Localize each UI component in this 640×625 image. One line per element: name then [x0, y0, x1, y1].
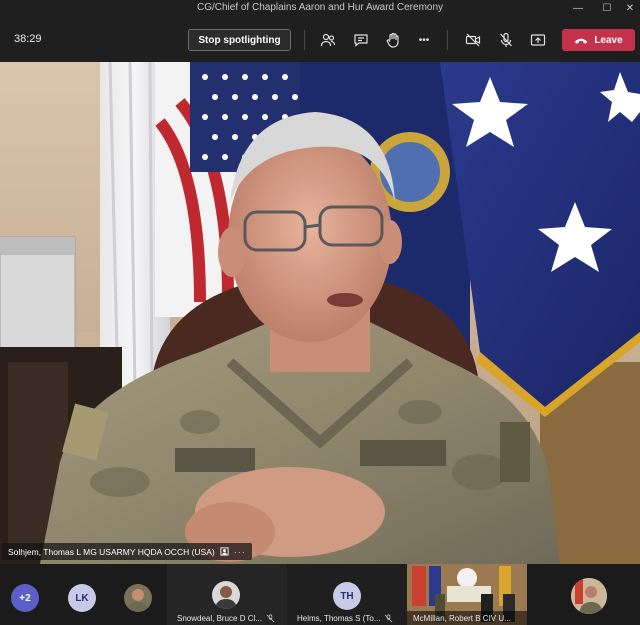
- participant-name-text: McMillan, Robert B CIV U...: [413, 614, 511, 623]
- participant-name-snowdeal: Snowdeal, Bruce D Cl...: [177, 614, 275, 623]
- participants-icon[interactable]: [318, 30, 338, 50]
- mic-off-icon: [385, 614, 393, 623]
- participant-name-text: Solhjem, Thomas L MG USARMY HQDA OCCH (U…: [8, 546, 215, 557]
- toolbar-divider: [304, 30, 305, 50]
- share-icon[interactable]: [528, 30, 548, 50]
- raise-hand-icon[interactable]: [383, 30, 403, 50]
- participant-avatar-photo[interactable]: [124, 584, 152, 612]
- phone-hangup-icon: [575, 38, 588, 44]
- chat-icon[interactable]: [351, 30, 371, 50]
- more-participants-badge[interactable]: +2: [11, 584, 39, 612]
- meeting-toolbar: 38:29 Stop spotlighting ••• Leave: [0, 16, 640, 62]
- close-window-button[interactable]: ✕: [617, 0, 640, 16]
- spotlight-participant-name: Solhjem, Thomas L MG USARMY HQDA OCCH (U…: [2, 543, 252, 560]
- participant-name-helms: Helms, Thomas S (To...: [297, 614, 393, 623]
- minimize-button[interactable]: —: [565, 0, 591, 16]
- participant-tile-mcmillan[interactable]: McMillan, Robert B CIV U...: [407, 564, 527, 625]
- participant-tile-snowdeal[interactable]: Snowdeal, Bruce D Cl...: [167, 564, 287, 625]
- stop-spotlighting-button[interactable]: Stop spotlighting: [188, 29, 291, 51]
- leave-button[interactable]: Leave: [562, 29, 635, 51]
- camera-off-icon[interactable]: [463, 30, 483, 50]
- participant-name-text: Helms, Thomas S (To...: [297, 614, 381, 623]
- leave-label: Leave: [594, 34, 623, 46]
- meeting-timer: 38:29: [14, 33, 42, 45]
- participant-avatar-th: TH: [333, 582, 361, 610]
- participant-tile-helms[interactable]: TH Helms, Thomas S (To...: [287, 564, 407, 625]
- more-actions-icon[interactable]: •••: [414, 30, 434, 50]
- participant-avatar-photo-right[interactable]: [571, 578, 607, 614]
- mic-off-icon[interactable]: [496, 30, 516, 50]
- participant-name-text: Snowdeal, Bruce D Cl...: [177, 614, 262, 623]
- participant-more-options[interactable]: ···: [234, 547, 246, 557]
- toolbar-divider: [447, 30, 448, 50]
- spotlight-video[interactable]: Solhjem, Thomas L MG USARMY HQDA OCCH (U…: [0, 62, 640, 564]
- title-bar: CG/Chief of Chaplains Aaron and Hur Awar…: [0, 0, 640, 16]
- participant-avatar-snowdeal: [212, 581, 240, 609]
- mic-off-icon: [266, 614, 275, 623]
- participant-avatar-lk[interactable]: LK: [68, 584, 96, 612]
- window-title: CG/Chief of Chaplains Aaron and Hur Awar…: [196, 2, 444, 13]
- spotlight-pin-icon: [220, 547, 229, 556]
- video-frame: [0, 62, 640, 564]
- participant-strip: +2 LK Snowdeal, Bruce D Cl... TH Helms, …: [0, 564, 640, 625]
- participant-name-mcmillan: McMillan, Robert B CIV U...: [413, 614, 511, 623]
